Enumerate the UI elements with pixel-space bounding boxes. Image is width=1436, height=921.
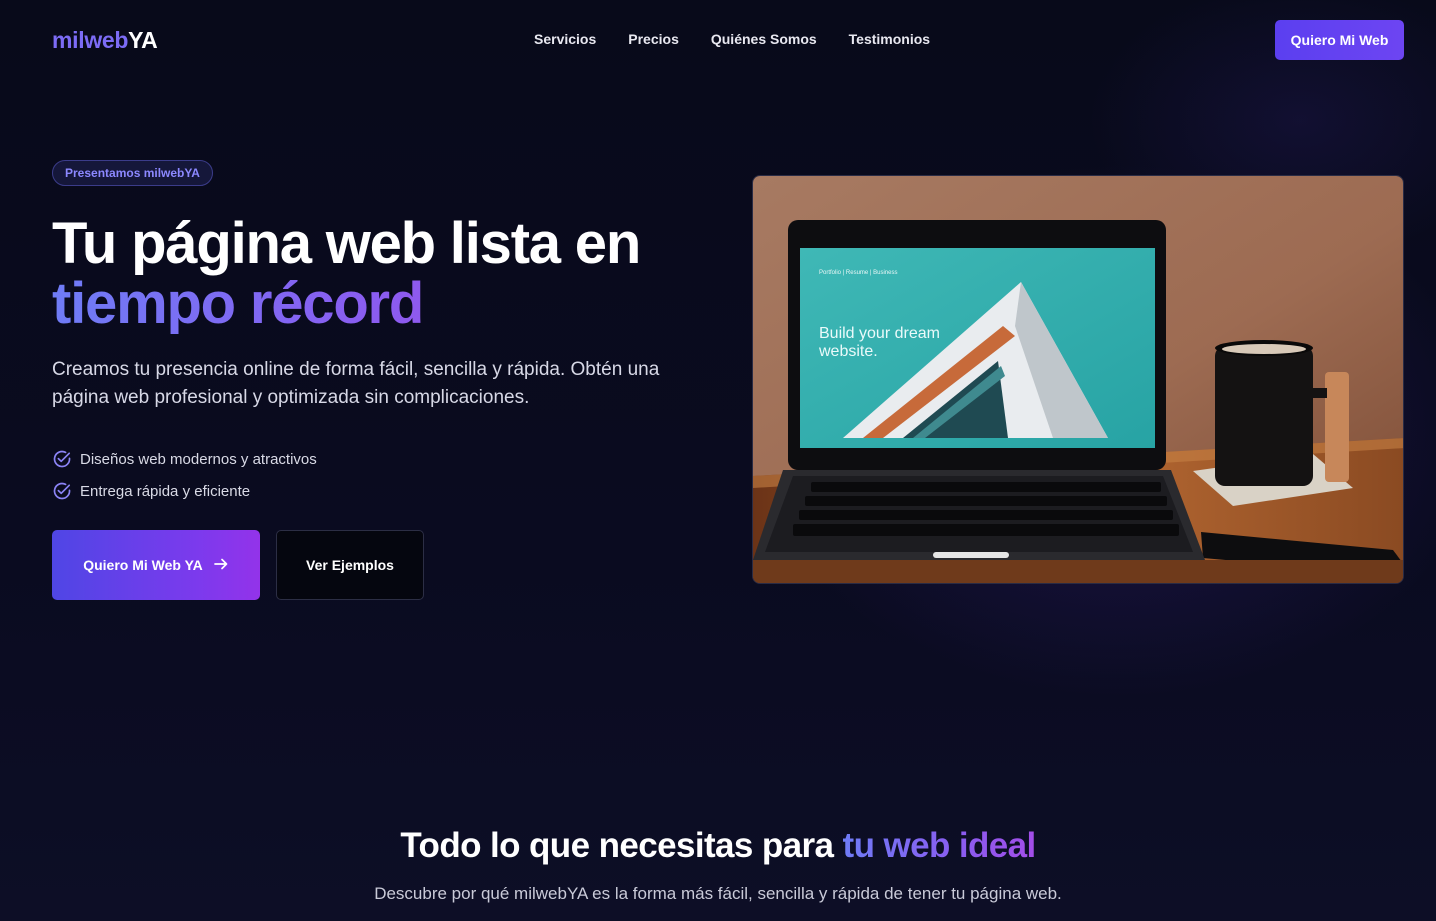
hero-title-line2: tiempo récord: [52, 274, 640, 334]
screen-headline-line2: website.: [818, 343, 878, 360]
nav-links: Servicios Precios Quiénes Somos Testimon…: [534, 31, 930, 47]
laptop-illustration: Portfolio | Resume | Business Build your…: [753, 176, 1403, 583]
hero-title: Tu página web lista en tiempo récord: [52, 211, 641, 334]
nav-link-precios[interactable]: Precios: [628, 31, 679, 47]
hero-badge: Presentamos milwebYA: [52, 160, 213, 186]
nav-cta-button[interactable]: Quiero Mi Web: [1275, 20, 1404, 60]
top-navbar: milwebYA Servicios Precios Quiénes Somos…: [0, 0, 1436, 82]
section-title-plain: Todo lo que necesitas para: [400, 826, 843, 865]
section-title: Todo lo que necesitas para tu web ideal: [0, 826, 1436, 866]
screen-headline-line1: Build your dream: [819, 325, 940, 342]
brand-logo[interactable]: milwebYA: [52, 27, 158, 54]
quiero-mi-web-ya-button[interactable]: Quiero Mi Web YA: [52, 530, 260, 600]
arrow-right-icon: [213, 556, 229, 575]
nav-link-servicios[interactable]: Servicios: [534, 31, 596, 47]
hero-title-line1: Tu página web lista en: [52, 211, 641, 276]
hero-description: Creamos tu presencia online de forma fác…: [52, 359, 660, 408]
circle-check-icon: [52, 449, 72, 469]
section-description: Descubre por qué milwebYA es la forma má…: [374, 884, 1062, 903]
feature-item: Entrega rápida y eficiente: [52, 475, 317, 507]
ver-ejemplos-button[interactable]: Ver Ejemplos: [276, 530, 424, 600]
circle-check-icon: [52, 481, 72, 501]
feature-item: Diseños web modernos y atractivos: [52, 443, 317, 475]
primary-button-label: Quiero Mi Web YA: [83, 557, 203, 573]
section-title-highlight: tu web ideal: [842, 826, 1037, 865]
landing-page: milwebYA Servicios Precios Quiénes Somos…: [0, 0, 1436, 921]
feature-list: Diseños web modernos y atractivos Entreg…: [52, 443, 317, 507]
hero-laptop-image: Portfolio | Resume | Business Build your…: [752, 175, 1404, 584]
logo-text-milweb: milweb: [52, 27, 129, 53]
logo-text-ya: YA: [128, 27, 158, 53]
feature-text: Entrega rápida y eficiente: [80, 482, 251, 500]
nav-link-testimonios[interactable]: Testimonios: [849, 31, 930, 47]
feature-text: Diseños web modernos y atractivos: [80, 450, 317, 468]
screen-nav-text: Portfolio | Resume | Business: [819, 270, 897, 276]
nav-link-quienes-somos[interactable]: Quiénes Somos: [711, 31, 817, 47]
